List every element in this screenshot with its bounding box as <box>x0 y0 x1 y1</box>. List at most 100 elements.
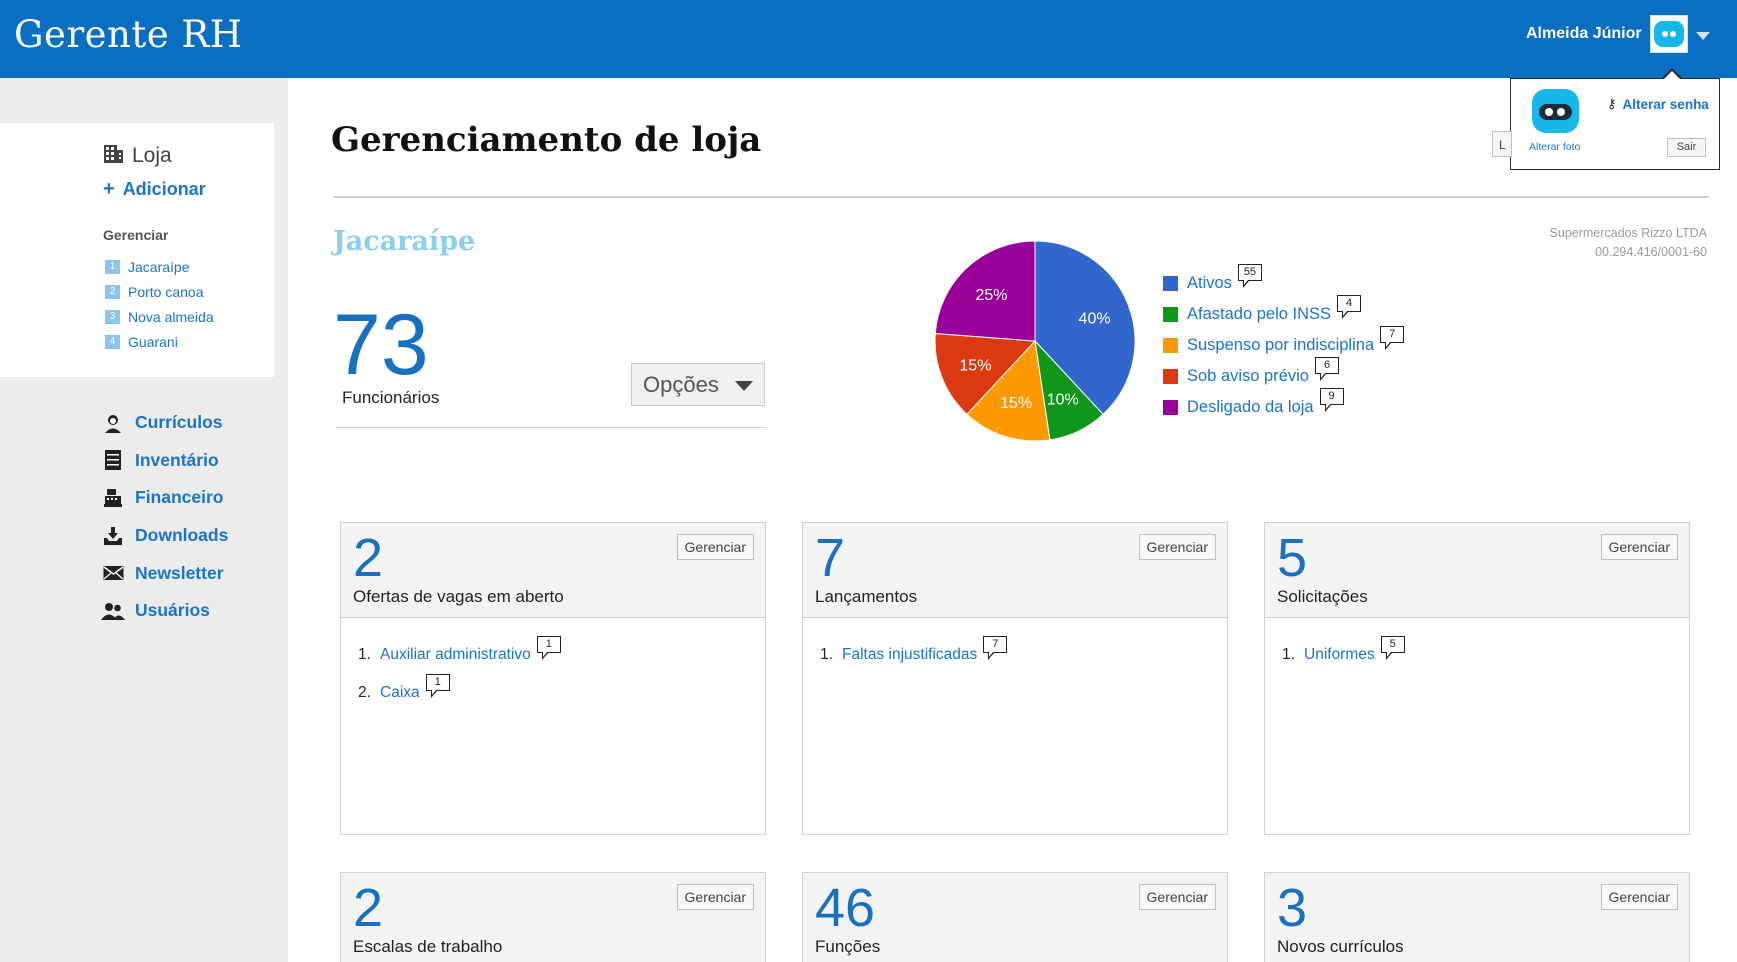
list-link[interactable]: Faltas injustificadas <box>842 646 977 664</box>
list-link[interactable]: Caixa <box>380 684 420 702</box>
store-label: Nova almeida <box>128 308 214 325</box>
legend-label: Suspenso por indisciplina <box>1187 336 1375 354</box>
store-item[interactable]: 1 Jacaraípe <box>105 254 214 279</box>
panel-count: 2 <box>353 878 384 938</box>
key-icon: ⚷ <box>1607 96 1617 111</box>
comment-count-icon: 7 <box>983 635 1008 660</box>
comment-count-icon: 55 <box>1237 264 1262 288</box>
options-dropdown[interactable]: Opções <box>631 363 765 406</box>
panel-header: 2 Escalas de trabalho Gerenciar <box>341 873 765 962</box>
list-index: 2. <box>358 684 371 701</box>
list-link[interactable]: Uniformes <box>1304 646 1375 664</box>
nav-item-downloads[interactable]: Downloads <box>101 517 228 555</box>
list-item: 1. Auxiliar administrativo 1 <box>358 635 765 674</box>
add-store-link[interactable]: + Adicionar <box>103 178 206 201</box>
logout-button[interactable]: Sair <box>1667 138 1706 157</box>
panel-title: Funções <box>815 937 881 956</box>
store-number-badge: 1 <box>105 259 120 274</box>
pie-slice-label: 25% <box>975 287 1007 304</box>
list-item: 1. Faltas injustificadas 7 <box>820 635 1227 674</box>
summary-panel: 5 Solicitações Gerenciar 1. Uniformes 5 <box>1264 522 1690 835</box>
download-tray-icon <box>101 525 125 547</box>
store-label: Porto canoa <box>128 283 204 300</box>
manage-button[interactable]: Gerenciar <box>1138 534 1216 560</box>
panel-title: Novos currículos <box>1277 937 1404 956</box>
nav-label: Newsletter <box>135 562 224 583</box>
panel-body: 1. Faltas injustificadas 7 <box>803 618 1227 674</box>
panel-header: 46 Funções Gerenciar <box>803 873 1227 962</box>
users-icon <box>101 600 125 622</box>
panel-count: 5 <box>1277 528 1308 588</box>
store-item[interactable]: 4 Guarani <box>105 329 214 354</box>
panel-header: 3 Novos currículos Gerenciar <box>1265 873 1689 962</box>
nav-item-newsletter[interactable]: Newsletter <box>101 554 228 592</box>
legend-swatch <box>1163 307 1178 322</box>
nav-item-users[interactable]: Usuários <box>101 592 228 630</box>
legend-item[interactable]: Ativos 55 <box>1163 264 1404 299</box>
comment-count-icon: 9 <box>1319 388 1344 412</box>
pie-slice-label: 10% <box>1047 392 1079 409</box>
nav-label: Financeiro <box>135 487 224 508</box>
manage-button[interactable]: Gerenciar <box>1600 534 1678 560</box>
nav-item-finance[interactable]: Financeiro <box>101 479 228 517</box>
summary-panel: 2 Escalas de trabalho Gerenciar <box>340 872 766 962</box>
legend-item[interactable]: Afastado pelo INSS 4 <box>1163 295 1404 330</box>
legend-item[interactable]: Desligado da loja 9 <box>1163 388 1404 423</box>
store-section-label: Loja <box>132 144 172 167</box>
manage-button[interactable]: Gerenciar <box>676 534 754 560</box>
legend-item[interactable]: Suspenso por indisciplina 7 <box>1163 326 1405 361</box>
store-item[interactable]: 2 Porto canoa <box>105 279 214 304</box>
comment-count-icon: 7 <box>1380 326 1405 350</box>
pie-slice-label: 40% <box>1079 311 1111 328</box>
user-name[interactable]: Almeida Júnior <box>1526 25 1642 43</box>
manage-button[interactable]: Gerenciar <box>1138 884 1216 910</box>
manage-button[interactable]: Gerenciar <box>1600 884 1678 910</box>
store-label: Guarani <box>128 333 178 350</box>
legend-label: Afastado pelo INSS <box>1187 305 1332 323</box>
comment-count-icon: 4 <box>1337 295 1362 319</box>
panel-title: Escalas de trabalho <box>353 937 503 956</box>
store-item[interactable]: 3 Nova almeida <box>105 304 214 329</box>
store-list: 1 Jacaraípe 2 Porto canoa 3 Nova almeida 4G… <box>105 254 214 354</box>
nav-label: Downloads <box>135 525 229 546</box>
list-index: 1. <box>820 646 833 663</box>
panel-header: 2 Ofertas de vagas em aberto Gerenciar <box>341 523 765 618</box>
nav-item-resumes[interactable]: Currículos <box>101 404 228 442</box>
add-store-label: Adicionar <box>122 179 206 199</box>
comment-count-icon: 1 <box>536 635 561 660</box>
change-password-link[interactable]: ⚷ Alterar senha <box>1607 96 1709 112</box>
employee-count: 73 <box>333 297 429 393</box>
list-link[interactable]: Auxiliar administrativo <box>380 646 531 664</box>
nav-label: Inventário <box>135 449 219 470</box>
avatar-button[interactable] <box>1650 15 1688 53</box>
caret-down-icon <box>735 381 753 391</box>
manage-button[interactable]: Gerenciar <box>676 884 754 910</box>
legend-item[interactable]: Sob aviso prévio 6 <box>1163 357 1404 392</box>
panel-title: Ofertas de vagas em aberto <box>353 587 564 606</box>
list-index: 1. <box>1282 646 1295 663</box>
panel-title: Lançamentos <box>815 587 918 606</box>
top-bar: Gerente RH Almeida Júnior <box>0 0 1737 78</box>
robot-avatar-icon <box>1532 89 1579 133</box>
nav-label: Usuários <box>135 600 210 621</box>
chevron-down-icon[interactable] <box>1696 32 1710 40</box>
resume-person-icon <box>101 412 125 434</box>
robot-avatar-icon <box>1654 21 1684 47</box>
summary-panel: 3 Novos currículos Gerenciar <box>1264 872 1690 962</box>
nav-item-inventory[interactable]: Inventário <box>101 442 228 480</box>
partially-hidden-button[interactable]: L <box>1492 131 1512 157</box>
company-name: Supermercados Rizzo LTDA <box>1549 226 1707 240</box>
store-name: Jacaraípe <box>333 226 476 257</box>
store-section-title: Loja <box>103 143 172 169</box>
company-cnpj: 00.294.416/0001-60 <box>1595 245 1707 259</box>
app-brand[interactable]: Gerente RH <box>14 13 243 56</box>
comment-count-icon: 1 <box>425 673 450 698</box>
panel-count: 3 <box>1277 878 1308 938</box>
change-photo-link[interactable]: Alterar foto <box>1529 141 1580 153</box>
company-info: Supermercados Rizzo LTDA 00.294.416/0001… <box>1550 224 1707 262</box>
list-index: 1. <box>358 646 371 663</box>
nav-label: Currículos <box>135 412 223 433</box>
legend-swatch <box>1163 400 1178 415</box>
summary-panel: 7 Lançamentos Gerenciar 1. Faltas injustific… <box>802 522 1228 835</box>
legend-label: Ativos <box>1187 274 1232 292</box>
